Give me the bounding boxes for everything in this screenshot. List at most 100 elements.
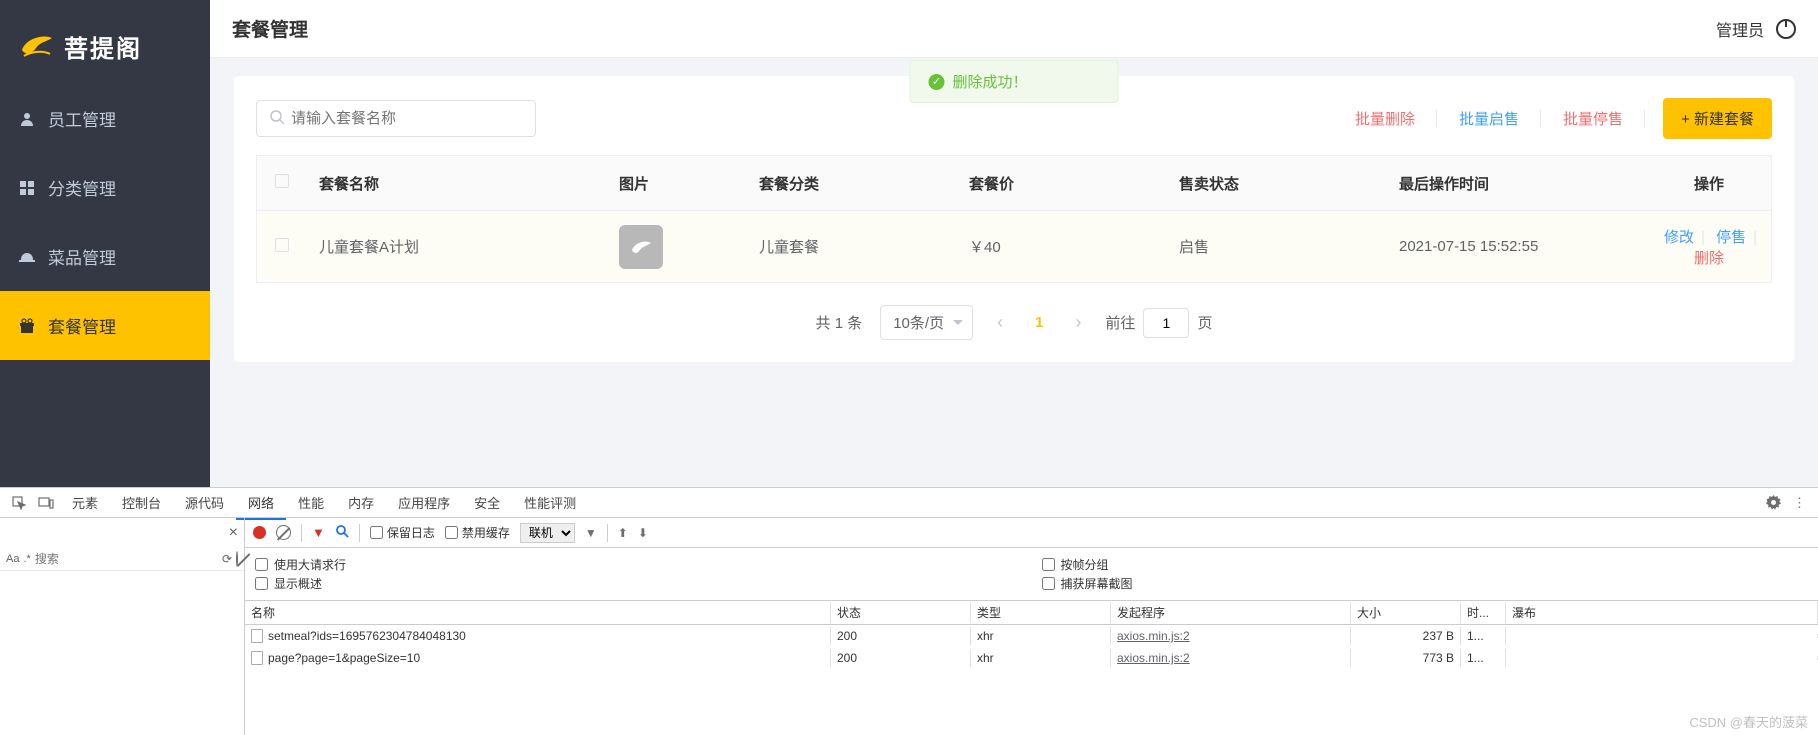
tab-sources[interactable]: 源代码 [173, 487, 236, 518]
refresh-icon[interactable]: ⟳ [222, 552, 232, 566]
chevron-down-icon[interactable]: ▼ [585, 526, 597, 540]
row-checkbox[interactable] [275, 238, 289, 252]
toast-message: 删除成功！ [952, 71, 1027, 92]
settings-icon[interactable] [1760, 491, 1787, 514]
sidebar-item-dish[interactable]: 菜品管理 [0, 222, 210, 291]
clear-icon[interactable] [236, 552, 238, 566]
header: 套餐管理 管理员 [210, 0, 1818, 58]
thumb-icon [619, 225, 663, 269]
tab-lighthouse[interactable]: 性能评测 [512, 487, 588, 518]
tab-performance[interactable]: 性能 [286, 487, 336, 518]
pagination: 共 1 条 10条/页 ‹ 1 › 前往 页 [256, 305, 1772, 340]
cell-status: 启售 [1167, 236, 1387, 257]
logout-icon[interactable] [1776, 19, 1796, 39]
dish-icon [18, 248, 36, 266]
network-row[interactable]: setmeal?ids=1695762304784048130 200 xhr … [245, 625, 1818, 647]
th-action: 操作 [1647, 173, 1771, 194]
sidebar-item-category[interactable]: 分类管理 [0, 153, 210, 222]
batch-delete-button[interactable]: 批量删除 [1333, 108, 1437, 129]
search-icon[interactable] [335, 524, 349, 541]
delete-button[interactable]: 删除 [1689, 250, 1729, 267]
tab-network[interactable]: 网络 [236, 487, 286, 520]
admin-label[interactable]: 管理员 [1716, 17, 1764, 41]
sidebar-item-label: 套餐管理 [48, 313, 116, 338]
th-type[interactable]: 类型 [971, 602, 1111, 623]
download-icon[interactable]: ⬇ [638, 526, 648, 540]
screenshots-checkbox[interactable] [1042, 577, 1055, 590]
document-icon [251, 629, 263, 643]
search-input[interactable] [256, 100, 536, 137]
stop-button[interactable]: 停售 [1711, 229, 1751, 246]
logo: 菩提阁 [0, 0, 210, 84]
sidebar-item-label: 分类管理 [48, 175, 116, 200]
th-time: 最后操作时间 [1387, 173, 1647, 194]
logo-icon [18, 28, 54, 64]
more-icon[interactable]: ⋮ [1787, 491, 1812, 515]
th-initiator[interactable]: 发起程序 [1111, 602, 1351, 623]
search-field[interactable] [291, 110, 523, 127]
sidebar-item-label: 菜品管理 [48, 244, 116, 269]
edit-button[interactable]: 修改 [1659, 229, 1699, 246]
th-size[interactable]: 大小 [1351, 602, 1461, 623]
close-icon[interactable]: × [229, 524, 238, 542]
filter-icon[interactable]: ▼ [312, 525, 325, 540]
sidebar-item-staff[interactable]: 员工管理 [0, 84, 210, 153]
th-name: 套餐名称 [307, 173, 607, 194]
clear-log-icon[interactable] [276, 525, 291, 540]
grid-icon [18, 179, 36, 197]
page-size-select[interactable]: 10条/页 [880, 305, 973, 340]
batch-stop-button[interactable]: 批量停售 [1541, 108, 1645, 129]
sidebar: 菩提阁 员工管理 分类管理 菜品管理 套餐管理 [0, 0, 210, 487]
throttling-select[interactable]: 联机 [520, 523, 575, 543]
tab-console[interactable]: 控制台 [110, 487, 173, 518]
page-total: 共 1 条 [816, 312, 863, 333]
watermark: CSDN @春天的菠菜 [1689, 712, 1808, 731]
add-new-button[interactable]: + 新建套餐 [1663, 98, 1772, 139]
th-name[interactable]: 名称 [245, 602, 831, 623]
main: 套餐管理 管理员 ✓ 删除成功！ 批量删除 批量启售 [210, 0, 1818, 487]
network-toolbar: ▼ 保留日志 禁用缓存 联机 ▼ ⬆ ⬇ [245, 518, 1818, 548]
logo-text: 菩提阁 [64, 29, 142, 64]
tab-memory[interactable]: 内存 [336, 487, 386, 518]
large-rows-checkbox[interactable] [255, 558, 268, 571]
goto-input[interactable] [1143, 308, 1189, 338]
page-title: 套餐管理 [232, 15, 308, 42]
devtools-tabs: 元素 控制台 源代码 网络 性能 内存 应用程序 安全 性能评测 ⋮ [0, 488, 1818, 518]
th-img: 图片 [607, 173, 747, 194]
tab-security[interactable]: 安全 [462, 487, 512, 518]
group-frame-checkbox[interactable] [1042, 558, 1055, 571]
check-icon: ✓ [928, 74, 944, 90]
prev-page-button[interactable]: ‹ [991, 312, 1009, 333]
document-icon [251, 651, 263, 665]
tab-elements[interactable]: 元素 [60, 487, 110, 518]
cell-category: 儿童套餐 [747, 236, 957, 257]
table-row: 儿童套餐A计划 儿童套餐 ￥40 启售 2021-07-15 15:52:55 … [257, 210, 1771, 282]
goto-suffix: 页 [1197, 312, 1212, 333]
record-icon[interactable] [253, 526, 266, 539]
sidebar-item-label: 员工管理 [48, 106, 116, 131]
batch-start-button[interactable]: 批量启售 [1437, 108, 1541, 129]
inspect-icon[interactable] [6, 492, 32, 514]
next-page-button[interactable]: › [1069, 312, 1087, 333]
search-icon [269, 109, 285, 128]
th-status[interactable]: 状态 [831, 602, 971, 623]
tab-application[interactable]: 应用程序 [386, 487, 462, 518]
initiator-link[interactable]: axios.min.js:2 [1117, 629, 1190, 643]
page-number[interactable]: 1 [1027, 314, 1051, 331]
preserve-log-checkbox[interactable]: 保留日志 [370, 524, 435, 541]
sidebar-item-setmeal[interactable]: 套餐管理 [0, 291, 210, 360]
disable-cache-checkbox[interactable]: 禁用缓存 [445, 524, 510, 541]
th-price: 套餐价 [957, 173, 1167, 194]
devtools-search-input[interactable] [35, 552, 218, 566]
show-overview-checkbox[interactable] [255, 577, 268, 590]
initiator-link[interactable]: axios.min.js:2 [1117, 651, 1190, 665]
cell-time: 2021-07-15 15:52:55 [1387, 238, 1647, 255]
th-time[interactable]: 时... [1461, 602, 1506, 623]
cell-price: ￥40 [957, 236, 1167, 257]
toolbar: 批量删除 批量启售 批量停售 + 新建套餐 [256, 98, 1772, 139]
device-icon[interactable] [32, 493, 60, 513]
th-waterfall[interactable]: 瀑布 [1506, 602, 1818, 623]
upload-icon[interactable]: ⬆ [618, 526, 628, 540]
network-row[interactable]: page?page=1&pageSize=10 200 xhr axios.mi… [245, 647, 1818, 669]
checkbox-all[interactable] [275, 174, 289, 188]
